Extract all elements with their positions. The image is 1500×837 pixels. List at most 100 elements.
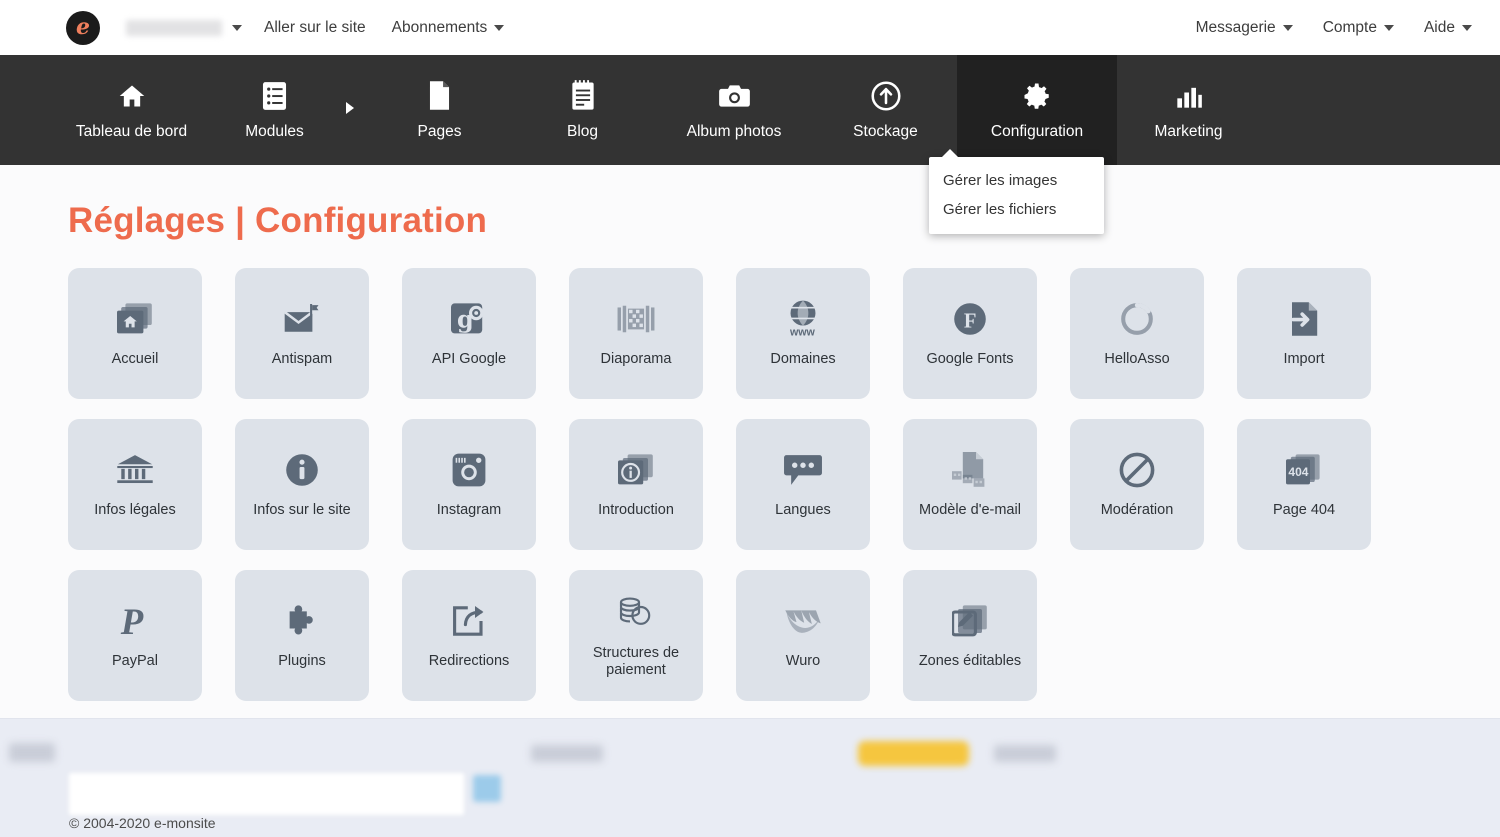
tile-helloasso[interactable]: HelloAsso <box>1070 268 1204 399</box>
bar-chart-icon <box>1175 80 1203 112</box>
tile-label: API Google <box>431 351 507 368</box>
tile-label: HelloAsso <box>1104 351 1170 368</box>
nav-item-modules[interactable]: Modules <box>203 55 346 165</box>
tile-label: Accueil <box>111 351 159 368</box>
tile-redirections[interactable]: Redirections <box>402 570 536 701</box>
tile-google-fonts[interactable]: F Google Fonts <box>903 268 1037 399</box>
paypal-icon: P <box>119 601 151 641</box>
tile-api-google[interactable]: g API Google <box>402 268 536 399</box>
list-icon <box>261 80 288 112</box>
top-link-label: Compte <box>1322 18 1377 36</box>
no-entry-icon <box>1119 450 1155 490</box>
dropdown-item-label: Gérer les images <box>943 172 1058 189</box>
tile-label: Modération <box>1100 502 1174 519</box>
email-template-icon <box>952 450 988 490</box>
tile-langues[interactable]: Langues <box>736 419 870 550</box>
tile-instagram[interactable]: Instagram <box>402 419 536 550</box>
nav-item-pages[interactable]: Pages <box>368 55 511 165</box>
footer-label-redacted-1 <box>9 743 55 762</box>
nav-item-label: Pages <box>417 122 462 140</box>
tile-diaporama[interactable]: Diaporama <box>569 268 703 399</box>
main-content: Réglages | Configuration Accueil Antispa… <box>0 165 1500 718</box>
top-link-abonnements[interactable]: Abonnements <box>392 19 505 37</box>
logo-glyph: e <box>76 13 90 40</box>
edit-pencil-stack-icon <box>952 601 988 641</box>
nav-item-label: Tableau de bord <box>75 122 188 140</box>
top-link-label: Messagerie <box>1195 18 1276 36</box>
nav-item-marketing[interactable]: Marketing <box>1117 55 1260 165</box>
top-link-messagerie[interactable]: Messagerie <box>1196 19 1293 37</box>
tile-label: Plugins <box>278 653 326 670</box>
main-navigation: Tableau de bord Modules Pages Blog Album… <box>0 55 1500 165</box>
tile-wuro[interactable]: Wuro <box>736 570 870 701</box>
instagram-camera-icon <box>452 450 486 490</box>
tile-label: Structures de paiement <box>592 644 680 678</box>
gear-icon <box>1022 80 1052 112</box>
nav-item-tableau-de-bord[interactable]: Tableau de bord <box>60 55 203 165</box>
dropdown-item-label: Gérer les fichiers <box>943 201 1057 218</box>
site-selector[interactable] <box>126 19 242 36</box>
nav-item-blog[interactable]: Blog <box>511 55 654 165</box>
svg-text:404: 404 <box>1288 465 1308 479</box>
tile-plugins[interactable]: Plugins <box>235 570 369 701</box>
page-404-icon: 404 <box>1286 450 1322 490</box>
info-stack-icon <box>618 450 654 490</box>
footer-button-redacted-blue[interactable] <box>473 775 501 802</box>
dropdown-item-gerer-les-fichiers[interactable]: Gérer les fichiers <box>929 195 1104 224</box>
chevron-down-icon <box>1282 24 1293 31</box>
nav-item-label: Modules <box>245 122 304 140</box>
footer-button-redacted-yellow[interactable] <box>858 741 969 766</box>
nav-item-configuration[interactable]: Configuration <box>957 55 1117 165</box>
filmstrip-icon <box>617 299 655 339</box>
helloasso-ring-icon <box>1119 299 1155 339</box>
share-arrow-icon <box>451 601 487 641</box>
top-link-aide[interactable]: Aide <box>1424 19 1472 37</box>
tile-label: Infos sur le site <box>253 502 351 519</box>
tile-label: Diaporama <box>600 351 672 368</box>
tile-paypal[interactable]: P PayPal <box>68 570 202 701</box>
tile-page-404[interactable]: 404 Page 404 <box>1237 419 1371 550</box>
site-name-redacted <box>126 19 222 36</box>
nav-item-album-photos[interactable]: Album photos <box>654 55 814 165</box>
tile-label: Infos légales <box>94 502 176 519</box>
chevron-down-icon <box>1462 24 1472 31</box>
tile-label: Redirections <box>428 653 510 670</box>
nav-item-label: Album photos <box>686 122 782 140</box>
triangle-right-icon <box>346 102 354 114</box>
home-icon <box>117 80 147 112</box>
tile-accueil[interactable]: Accueil <box>68 268 202 399</box>
tile-label: Modèle d'e-mail <box>919 502 1021 519</box>
tile-structures-de-paiement[interactable]: Structures de paiement <box>569 570 703 701</box>
tile-label: Domaines <box>770 351 836 368</box>
nav-item-stockage[interactable]: Stockage <box>814 55 957 165</box>
tile-zones-editables[interactable]: Zones éditables <box>903 570 1037 701</box>
tile-modele-d-e-mail[interactable]: Modèle d'e-mail <box>903 419 1037 550</box>
nav-item-label: Blog <box>566 122 599 140</box>
top-bar: e Aller sur le site Abonnements Messager… <box>0 0 1500 55</box>
tile-domaines[interactable]: www Domaines <box>736 268 870 399</box>
puzzle-piece-icon <box>284 601 320 641</box>
copyright-text: © 2004-2020 e-monsite <box>69 815 216 831</box>
svg-text:P: P <box>120 602 144 640</box>
top-link-aller-sur-le-site[interactable]: Aller sur le site <box>264 19 366 37</box>
tile-moderation[interactable]: Modération <box>1070 419 1204 550</box>
tile-antispam[interactable]: Antispam <box>235 268 369 399</box>
top-link-label: Aller sur le site <box>264 18 366 36</box>
speech-bubble-icon <box>784 450 822 490</box>
top-link-compte[interactable]: Compte <box>1323 19 1394 37</box>
tile-infos-legales[interactable]: Infos légales <box>68 419 202 550</box>
tile-infos-sur-le-site[interactable]: Infos sur le site <box>235 419 369 550</box>
info-circle-icon <box>285 450 319 490</box>
modules-submenu-arrow[interactable] <box>346 55 368 165</box>
svg-text:F: F <box>964 311 977 333</box>
tile-introduction[interactable]: Introduction <box>569 419 703 550</box>
tile-import[interactable]: Import <box>1237 268 1371 399</box>
page-title: Réglages | Configuration <box>68 201 488 240</box>
footer-input-redacted[interactable] <box>69 773 464 815</box>
e-monsite-logo-icon[interactable]: e <box>66 10 100 45</box>
tile-label: Google Fonts <box>926 351 1014 368</box>
dropdown-item-gerer-les-images[interactable]: Gérer les images <box>929 166 1104 195</box>
footer-label-redacted-3 <box>994 745 1056 762</box>
tile-label: Import <box>1283 351 1325 368</box>
font-circle-f-icon: F <box>953 299 987 339</box>
